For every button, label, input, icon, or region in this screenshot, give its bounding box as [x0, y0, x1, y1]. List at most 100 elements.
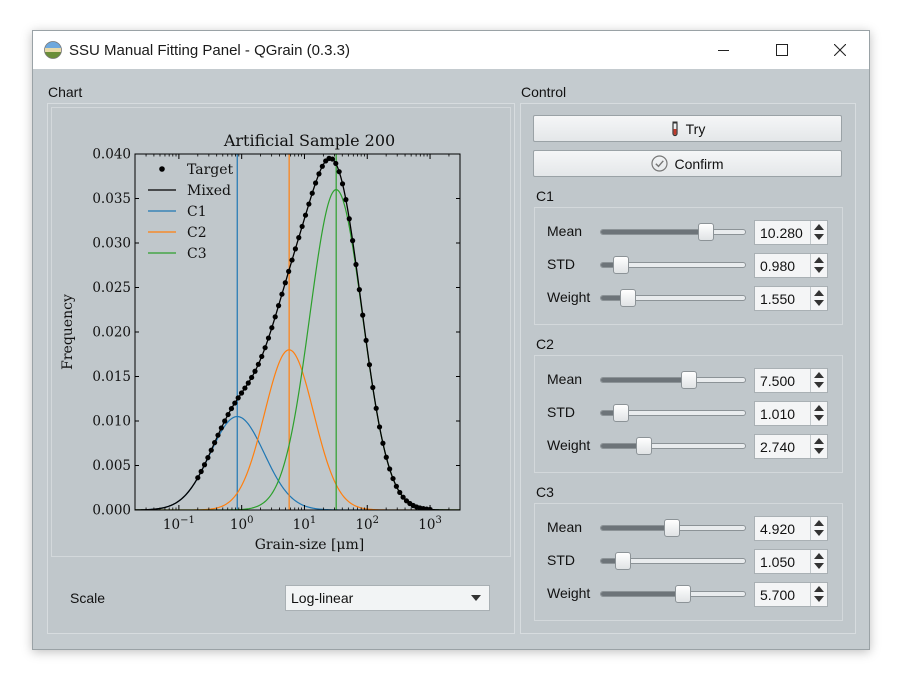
c2-std-value: 1.010: [760, 405, 796, 422]
target-point: [272, 314, 278, 320]
maximize-button[interactable]: [753, 31, 811, 69]
c2-std-slider-handle[interactable]: [613, 404, 630, 422]
c1-std-slider-handle[interactable]: [613, 256, 630, 274]
target-point: [299, 223, 305, 230]
plot-area: [135, 154, 460, 510]
target-point: [302, 212, 309, 218]
target-point: [232, 400, 238, 406]
c1-mean-slider[interactable]: [600, 223, 746, 241]
c2-mean-spin-buttons[interactable]: [810, 369, 827, 392]
c2-mean-value: 7.500: [760, 372, 796, 389]
c3-weight-slider[interactable]: [600, 585, 746, 603]
c3-mean-value: 4.920: [760, 520, 796, 537]
c2-weight-spin-buttons[interactable]: [810, 435, 827, 458]
confirm-button[interactable]: Confirm: [533, 150, 842, 177]
c3-weight-slider-handle[interactable]: [675, 585, 692, 603]
c2-std-slider[interactable]: [600, 404, 746, 422]
c1-weight-spin-buttons[interactable]: [810, 287, 827, 310]
c3-mean-slider-fill: [601, 526, 672, 530]
arrow-up-icon[interactable]: [814, 586, 824, 592]
target-point: [360, 312, 366, 318]
y-tick-label: 0.005: [92, 458, 131, 474]
y-tick-label: 0.030: [92, 236, 131, 252]
c3-std-label: STD: [547, 552, 575, 568]
c3-std-spin-buttons[interactable]: [810, 550, 827, 573]
arrow-up-icon[interactable]: [814, 520, 824, 526]
c1-weight-spinbox[interactable]: 1.550: [754, 286, 828, 311]
x-tick-label: 103: [418, 515, 442, 533]
arrow-up-icon[interactable]: [814, 224, 824, 230]
c1-mean-spin-buttons[interactable]: [810, 221, 827, 244]
arrow-down-icon[interactable]: [814, 563, 824, 569]
arrow-up-icon[interactable]: [814, 405, 824, 411]
c3-std-slider-handle[interactable]: [614, 552, 631, 570]
minimize-button[interactable]: [695, 31, 753, 69]
c1-weight-slider[interactable]: [600, 289, 746, 307]
c2-weight-spinbox[interactable]: 2.740: [754, 434, 828, 459]
arrow-up-icon[interactable]: [814, 438, 824, 444]
target-point: [201, 462, 208, 468]
target-point: [363, 337, 369, 344]
c2-std-spin-buttons[interactable]: [810, 402, 827, 425]
c2-weight-slider-handle[interactable]: [636, 437, 653, 455]
c3-mean-slider[interactable]: [600, 519, 746, 537]
arrow-up-icon[interactable]: [814, 257, 824, 263]
target-point: [286, 268, 292, 274]
target-point: [208, 447, 214, 453]
target-point: [306, 201, 312, 207]
c1-weight-slider-handle[interactable]: [620, 289, 637, 307]
c3-mean-spinbox[interactable]: 4.920: [754, 516, 828, 541]
c1-std-spinbox[interactable]: 0.980: [754, 253, 828, 278]
c1-mean-spinbox[interactable]: 10.280: [754, 220, 828, 245]
arrow-down-icon[interactable]: [814, 300, 824, 306]
target-point: [279, 291, 285, 297]
c3-weight-spinbox[interactable]: 5.700: [754, 582, 828, 607]
arrow-down-icon[interactable]: [814, 596, 824, 602]
target-point: [296, 235, 302, 241]
scale-combobox[interactable]: Log-linear: [285, 585, 490, 611]
c3-mean-slider-handle[interactable]: [663, 519, 680, 537]
arrow-up-icon[interactable]: [814, 553, 824, 559]
c2-mean-slider[interactable]: [600, 371, 746, 389]
arrow-down-icon[interactable]: [814, 382, 824, 388]
c2-mean-slider-fill: [601, 378, 689, 382]
c3-std-slider[interactable]: [600, 552, 746, 570]
c2-weight-label: Weight: [547, 437, 591, 453]
title-bar[interactable]: SSU Manual Fitting Panel - QGrain (0.3.3…: [33, 31, 869, 69]
target-point: [198, 468, 204, 475]
arrow-up-icon[interactable]: [814, 290, 824, 296]
arrow-down-icon[interactable]: [814, 415, 824, 421]
c3-std-spinbox[interactable]: 1.050: [754, 549, 828, 574]
chart-group-label: Chart: [48, 84, 83, 100]
arrow-down-icon[interactable]: [814, 448, 824, 454]
c2-mean-spinbox[interactable]: 7.500: [754, 368, 828, 393]
c2-weight-slider[interactable]: [600, 437, 746, 455]
c3-mean-label: Mean: [547, 519, 583, 535]
c3-weight-spin-buttons[interactable]: [810, 583, 827, 606]
c1-std-slider[interactable]: [600, 256, 746, 274]
arrow-down-icon[interactable]: [814, 234, 824, 240]
c1-std-spin-buttons[interactable]: [810, 254, 827, 277]
y-tick-label: 0.035: [92, 191, 131, 207]
y-tick-label: 0.025: [92, 280, 131, 296]
c2-std-spinbox[interactable]: 1.010: [754, 401, 828, 426]
c1-std-label: STD: [547, 256, 575, 272]
target-point: [218, 425, 224, 431]
component-c2-label: C2: [536, 336, 554, 352]
target-point: [249, 374, 255, 381]
target-point: [353, 261, 359, 268]
target-point: [366, 362, 373, 368]
arrow-down-icon[interactable]: [814, 267, 824, 273]
target-point: [245, 380, 251, 386]
c2-mean-label: Mean: [547, 371, 583, 387]
x-axis-label: Grain-size [μm]: [255, 537, 365, 553]
c3-mean-spin-buttons[interactable]: [810, 517, 827, 540]
close-button[interactable]: [811, 31, 869, 69]
target-point: [387, 466, 393, 472]
c1-mean-slider-handle[interactable]: [698, 223, 715, 241]
target-point: [356, 287, 362, 293]
arrow-up-icon[interactable]: [814, 372, 824, 378]
arrow-down-icon[interactable]: [814, 530, 824, 536]
try-button[interactable]: Try: [533, 115, 842, 142]
c2-mean-slider-handle[interactable]: [680, 371, 697, 389]
